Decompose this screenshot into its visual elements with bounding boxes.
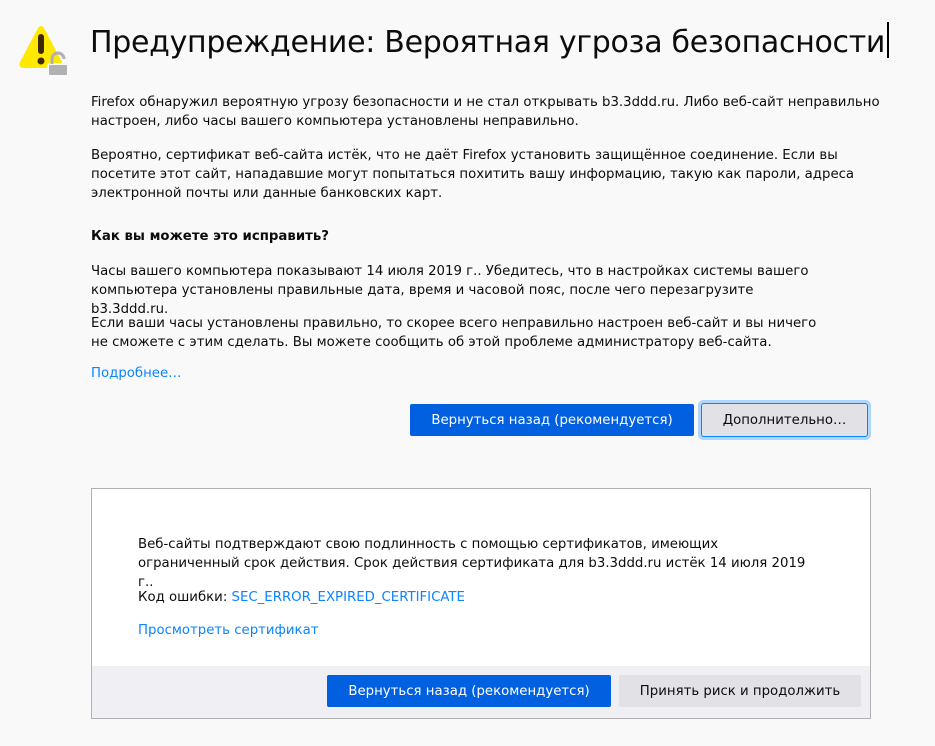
go-back-button[interactable]: Вернуться назад (рекомендуется) bbox=[410, 404, 694, 436]
fix-heading: Как вы можете это исправить? bbox=[91, 229, 329, 244]
intro-paragraph: Firefox обнаружил вероятную угрозу безоп… bbox=[91, 95, 880, 129]
risk-paragraph: Вероятно, сертификат веб-сайта истёк, чт… bbox=[91, 148, 855, 201]
clock-paragraph: Часы вашего компьютера показывают 14 июл… bbox=[91, 264, 809, 317]
error-code-link[interactable]: SEC_ERROR_EXPIRED_CERTIFICATE bbox=[232, 590, 465, 605]
error-code-row: Код ошибки: SEC_ERROR_EXPIRED_CERTIFICAT… bbox=[138, 588, 838, 607]
panel-footer: Вернуться назад (рекомендуется) Принять … bbox=[92, 666, 870, 718]
view-certificate-link[interactable]: Просмотреть сертификат bbox=[138, 621, 318, 640]
certificate-info: Веб-сайты подтверждают свою подлинность … bbox=[138, 537, 806, 590]
warning-lock-icon bbox=[19, 26, 69, 76]
site-paragraph: Если ваши часы установлены правильно, то… bbox=[91, 316, 817, 350]
advanced-panel: Веб-сайты подтверждают свою подлинность … bbox=[91, 488, 871, 719]
page-title: Предупреждение: Вероятная угроза безопас… bbox=[90, 22, 889, 60]
accept-risk-button[interactable]: Принять риск и продолжить bbox=[619, 675, 861, 707]
error-code-label: Код ошибки: bbox=[138, 590, 228, 605]
panel-go-back-button[interactable]: Вернуться назад (рекомендуется) bbox=[327, 675, 611, 707]
learn-more-link[interactable]: Подробнее… bbox=[91, 364, 181, 383]
advanced-button[interactable]: Дополнительно… bbox=[702, 404, 867, 436]
